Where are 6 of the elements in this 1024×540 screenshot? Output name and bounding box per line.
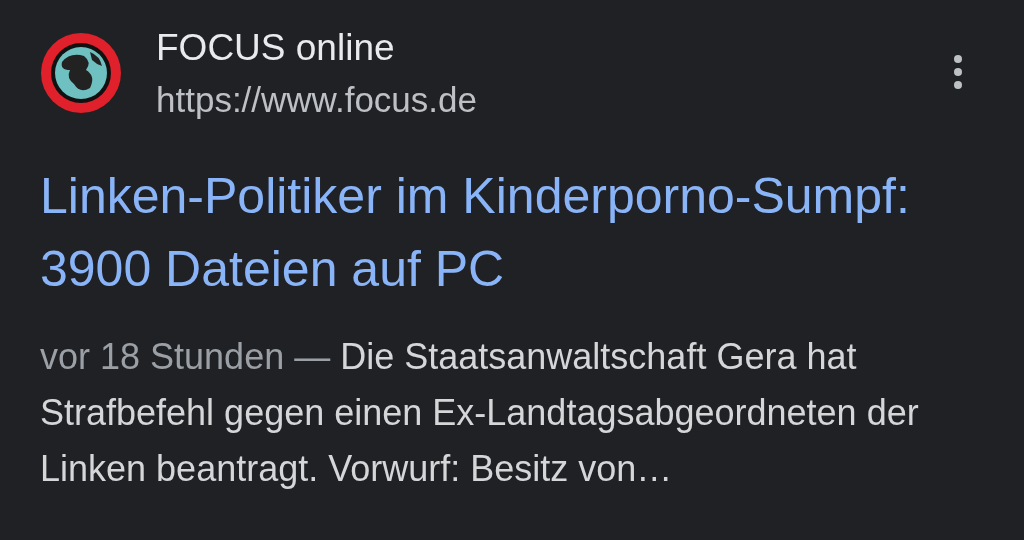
source-name[interactable]: FOCUS online — [156, 26, 477, 70]
snippet-text: vor 18 Stunden — Die Staatsanwaltschaft Gera hat Strafbefehl gegen einen Ex-Landtagsabgeordneten der Linken beantragt. Vorwurf: Besitz von… — [40, 335, 920, 491]
globe-icon — [40, 32, 122, 114]
source-url[interactable]: https://www.focus.de — [156, 80, 477, 120]
more-options-icon[interactable] — [952, 54, 964, 90]
headline-link[interactable]: Linken-Politiker im Kinderporno-Sumpf: 3900 Dateien auf PC — [40, 160, 920, 306]
